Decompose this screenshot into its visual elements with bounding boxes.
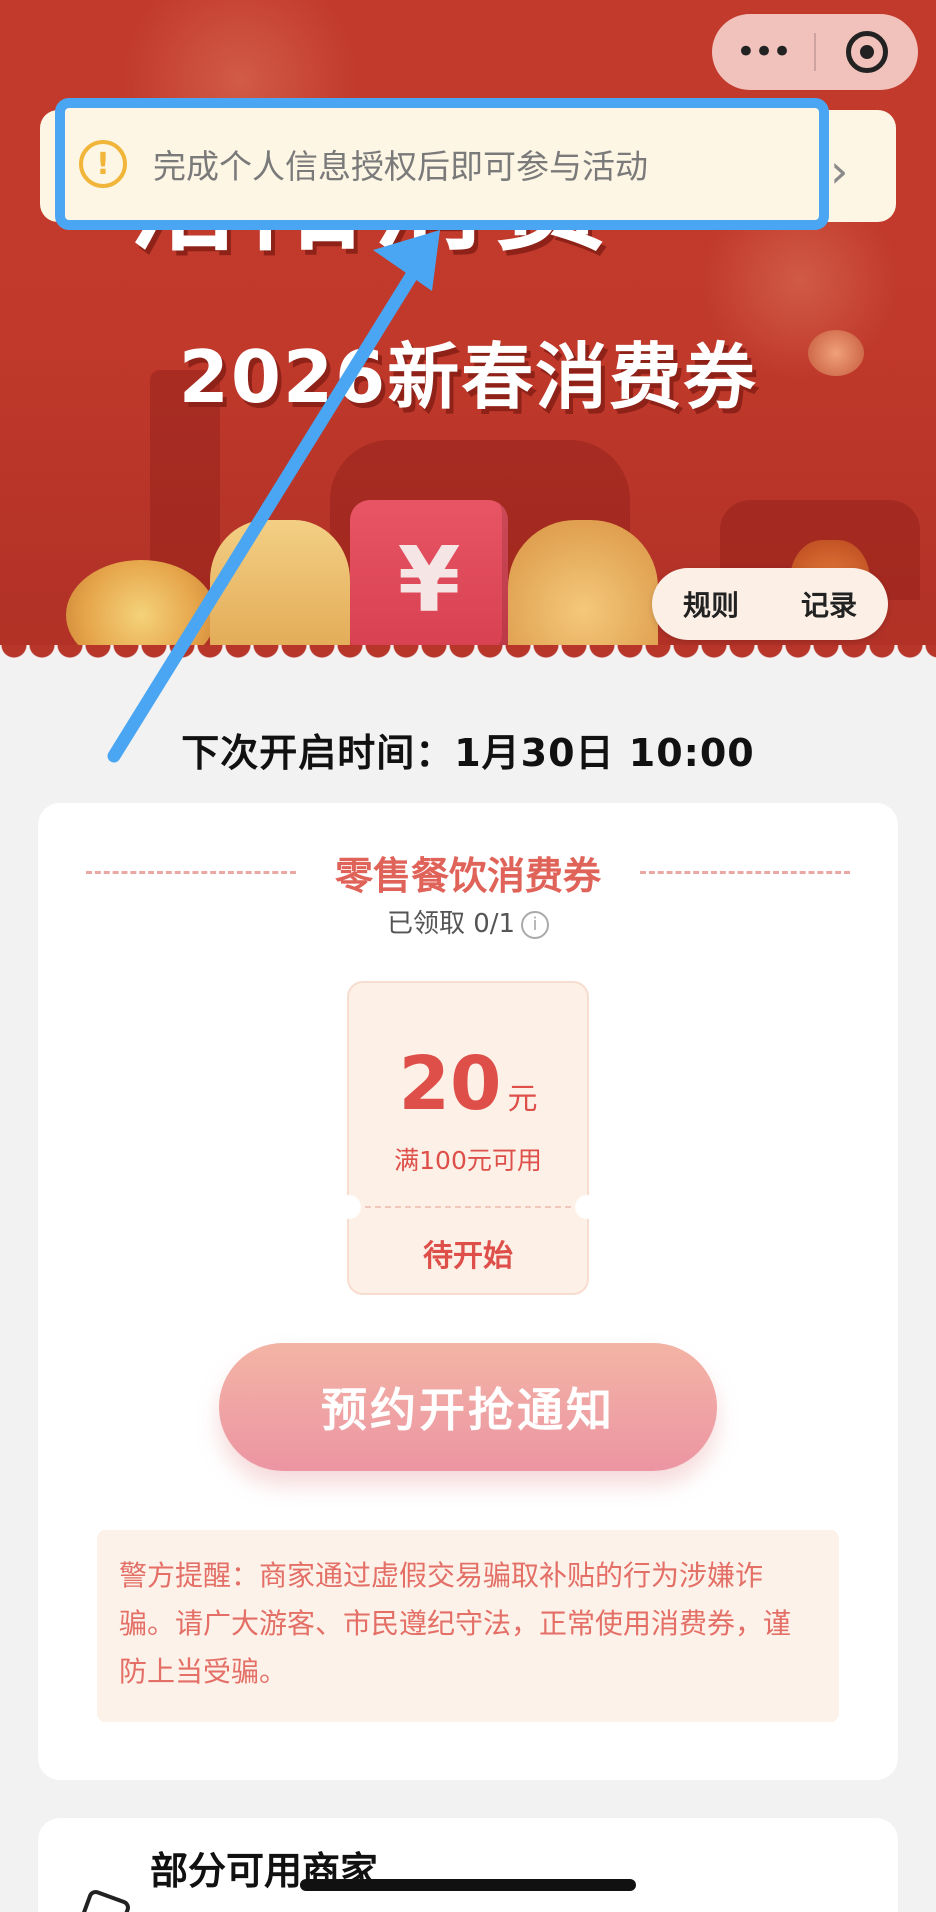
coupon-unit: 元: [507, 1082, 538, 1117]
coupon-notch-right: [575, 1195, 599, 1219]
coupon-section-title: 零售餐饮消费券: [334, 854, 601, 898]
next-open-time: 下次开启时间：1月30日 10:00: [181, 731, 755, 775]
coupon-perforation: [365, 1206, 571, 1208]
coupon-condition: 满100元可用: [394, 1146, 542, 1175]
coupon-value: 20: [398, 1041, 502, 1127]
coupon-card: 零售餐饮消费券 已领取 0/1 i 20 元 满100元可用 待开始 预约开抢通知 …: [38, 803, 898, 1780]
annotation-arrow: [107, 230, 440, 763]
police-warning: 警方提醒：商家通过虚假交易骗取补贴的行为涉嫌诈骗。请广大游客、市民遵纪守法，正常…: [97, 1530, 839, 1722]
coupon-amount: 20 元: [349, 1041, 587, 1127]
coupon-item[interactable]: 20 元 满100元可用 待开始: [337, 981, 599, 1295]
reserve-notification-button[interactable]: 预约开抢通知: [219, 1343, 717, 1471]
claimed-text: 已领取 0/1: [386, 909, 516, 939]
rules-button[interactable]: 规则: [652, 584, 770, 624]
coupon-notch-left: [337, 1195, 361, 1219]
records-button[interactable]: 记录: [770, 584, 888, 624]
info-icon[interactable]: i: [521, 910, 550, 939]
merchants-card[interactable]: 部分可用商家: [38, 1818, 898, 1912]
home-indicator[interactable]: [300, 1879, 636, 1891]
coupon-status: 待开始: [423, 1239, 513, 1274]
rules-records-pill: 规则 记录: [652, 568, 888, 640]
shop-icon: [75, 1887, 133, 1912]
claimed-count: 已领取 0/1 i: [38, 903, 898, 940]
